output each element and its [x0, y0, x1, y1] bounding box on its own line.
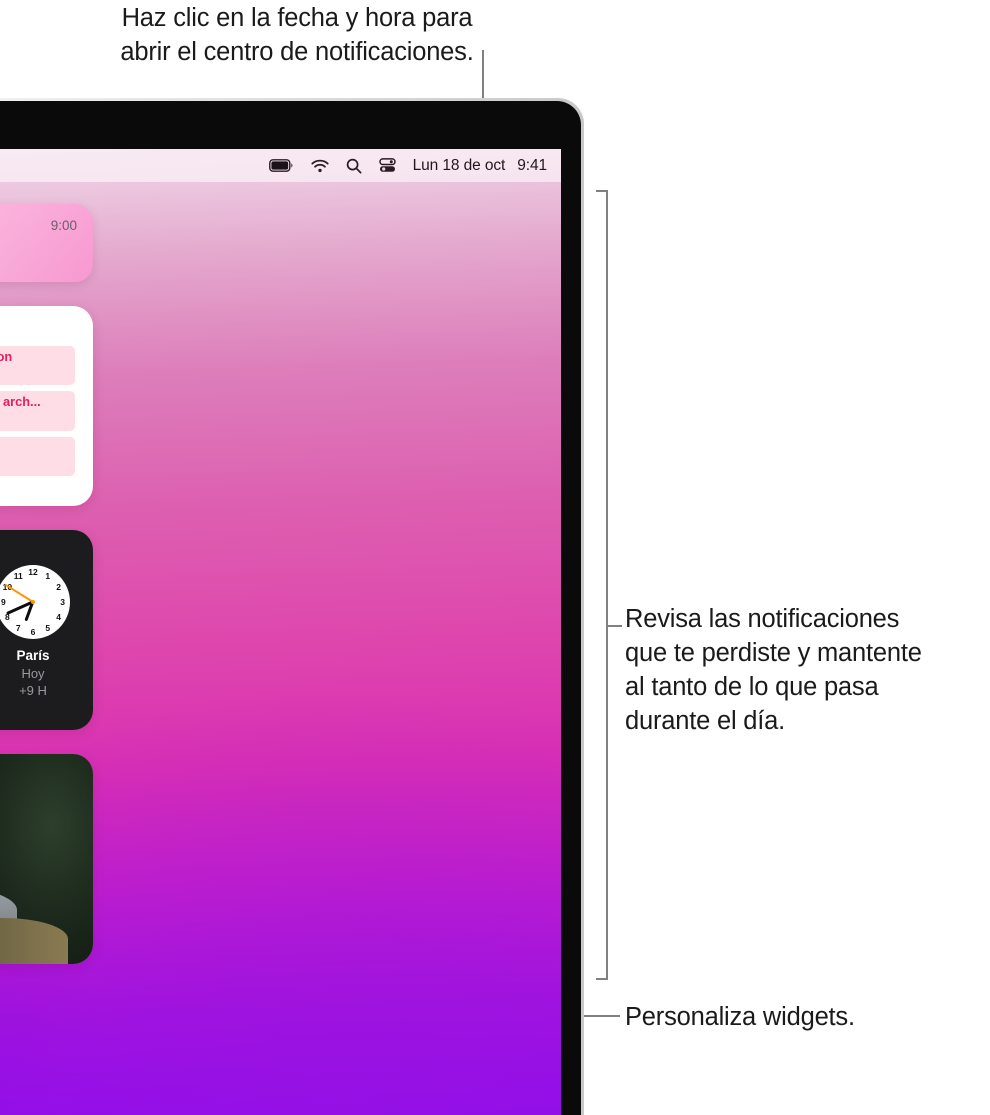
- calendar-events-column: MAÑANA Portfolio work session 10:00 – 10…: [0, 324, 75, 492]
- desktop-screen: Lun 18 de oct 9:41 Para hoy: [0, 149, 561, 1115]
- callout-bottom-text: Personaliza widgets.: [625, 1003, 855, 1031]
- bracket-top-tick: [596, 190, 608, 192]
- event-title: Leadership skills for arch...: [0, 394, 41, 410]
- notification-time: 9:00: [50, 218, 77, 233]
- calendar-section-label: MAÑANA: [0, 324, 75, 338]
- control-center-icon[interactable]: [378, 158, 396, 173]
- menubar-datetime[interactable]: Lun 18 de oct 9:41: [412, 156, 548, 175]
- notification-body: Wash dog y 4 elementos más: [0, 243, 51, 264]
- event-title: Presentation prep: [0, 440, 68, 456]
- laptop-display-chassis: Lun 18 de oct 9:41 Para hoy: [0, 98, 584, 1115]
- clock-face: 12 1 2 3 4 5 6 7 8 9 10: [0, 565, 70, 640]
- calendar-event-row[interactable]: Portfolio work session 10:00 – 10:30: [0, 346, 75, 386]
- bracket-bottom-tick: [596, 978, 608, 980]
- event-time: 13:00 – 13:30: [0, 456, 68, 472]
- clock-pivot: [31, 600, 35, 605]
- callout-right-text: Revisa las notificaciones que te perdist…: [625, 605, 922, 735]
- calendar-more-events-row[interactable]: 1 evento más: [0, 482, 75, 498]
- world-clock-cell[interactable]: 12 1 2 3 4 5 6 7 8 9 10: [0, 565, 81, 699]
- event-time: 10:00 – 10:30: [0, 365, 68, 381]
- photos-widget[interactable]: [0, 754, 93, 964]
- event-time: 11:00 – 12:00: [0, 411, 68, 427]
- clock-day: Hoy: [21, 665, 45, 681]
- menu-bar: Lun 18 de oct 9:41: [0, 149, 561, 182]
- bracket-spine: [606, 190, 608, 980]
- clock-city: París: [16, 648, 50, 664]
- wifi-icon[interactable]: [310, 159, 329, 173]
- notification-title: Para hoy: [0, 222, 51, 243]
- menubar-time: 9:41: [517, 156, 547, 174]
- calendar-event-row[interactable]: Presentation prep 13:00 – 13:30: [0, 436, 75, 477]
- notification-center-panel: Para hoy Wash dog y 4 elementos más 9:00…: [0, 204, 93, 1021]
- clock-second-hand: [4, 583, 34, 603]
- menubar-date: Lun 18 de oct: [412, 156, 506, 174]
- notification-banner-reminders[interactable]: Para hoy Wash dog y 4 elementos más 9:00: [0, 204, 93, 282]
- calendar-event-row[interactable]: Leadership skills for arch... 11:00 – 12…: [0, 391, 75, 431]
- clock-offset: +9 H: [19, 682, 47, 698]
- display-bezel: Lun 18 de oct 9:41 Para hoy: [0, 101, 581, 1115]
- search-icon[interactable]: [346, 158, 362, 174]
- event-title: Portfolio work session: [0, 349, 13, 364]
- calendar-widget[interactable]: LUNES 18 Sin más eventos para hoy MAÑANA…: [0, 306, 93, 506]
- callout-top-text: Haz clic en la fecha y hora para abrir e…: [120, 4, 474, 66]
- battery-icon[interactable]: [268, 159, 294, 172]
- world-clock-widget[interactable]: 12 1 2 3 4 5 6 7 8 9 10: [0, 530, 93, 730]
- bracket-middle-tick: [606, 625, 622, 627]
